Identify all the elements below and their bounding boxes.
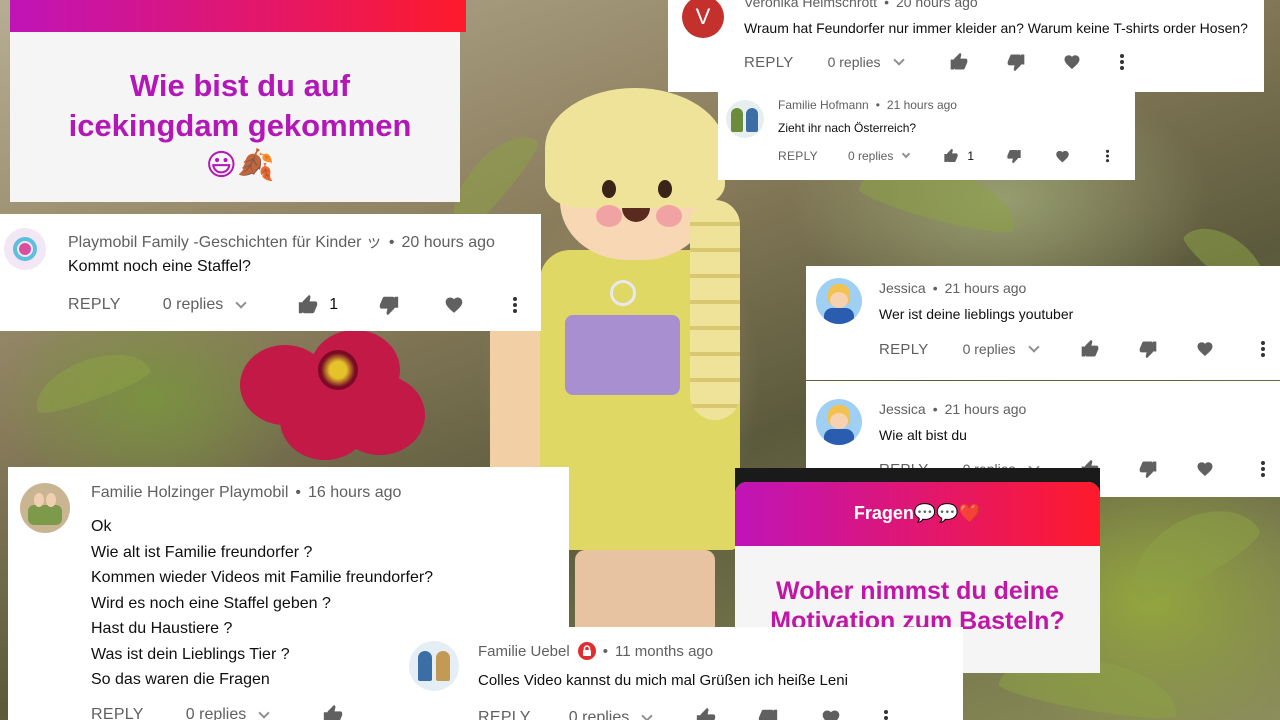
chevron-down-icon [235, 297, 247, 309]
like-icon[interactable]: 1 [943, 148, 974, 164]
more-options-icon[interactable] [1260, 460, 1266, 478]
reply-button[interactable]: REPLY [478, 709, 531, 720]
dislike-icon[interactable] [1138, 339, 1158, 359]
comment-author[interactable]: Jessica [879, 280, 926, 296]
dislike-icon[interactable] [1006, 148, 1022, 164]
comment-time[interactable]: 11 months ago [615, 643, 713, 660]
lock-icon [577, 642, 596, 660]
dislike-icon[interactable] [378, 294, 400, 316]
comment-time[interactable]: 16 hours ago [308, 484, 401, 501]
comment-time[interactable]: 20 hours ago [402, 234, 495, 251]
question-line-1: Woher nimmst du deine [776, 577, 1059, 605]
avatar[interactable] [409, 641, 459, 691]
comment-line: Hast du Haustiere ? [91, 620, 233, 637]
replies-toggle[interactable]: 0 replies [163, 296, 247, 314]
replies-toggle[interactable]: 0 replies [828, 54, 905, 70]
comment-text: Kommt noch eine Staffel? [68, 258, 251, 275]
comment-author[interactable]: Veronika Heimschrott [744, 0, 877, 10]
question-card-header: Fragen💬💬❤️ [735, 482, 1100, 546]
comment-time[interactable]: 21 hours ago [887, 98, 957, 112]
heart-icon[interactable] [1196, 460, 1214, 478]
comment-text: Colles Video kannst du mich mal Grüßen i… [478, 672, 848, 689]
comment-jessica-1: Jessica • 21 hours ago Wer ist deine liebl… [806, 266, 1280, 380]
reply-button[interactable]: REPLY [879, 341, 929, 358]
avatar[interactable] [816, 278, 862, 324]
chevron-down-icon [258, 707, 270, 719]
more-options-icon[interactable] [1260, 340, 1266, 358]
more-options-icon[interactable] [883, 708, 889, 720]
comment-author[interactable]: Familie Hofmann [778, 98, 869, 112]
heart-icon[interactable] [1063, 53, 1081, 71]
chevron-down-icon [1027, 341, 1040, 353]
comment-line: Wird es noch eine Staffel geben ? [91, 594, 331, 612]
like-count: 1 [329, 296, 339, 313]
heart-icon[interactable] [1055, 149, 1070, 164]
like-count: 1 [967, 149, 975, 163]
avatar[interactable] [726, 100, 764, 138]
chevron-down-icon [902, 149, 911, 159]
more-options-icon[interactable] [1105, 149, 1110, 163]
like-icon[interactable] [322, 704, 344, 720]
comment-line: Ok [91, 518, 112, 535]
comment-line: Wie alt ist Familie freundorfer ? [91, 543, 313, 561]
replies-toggle[interactable]: 0 replies [569, 709, 653, 720]
comment-veronika: V Veronika Heimschrott • 20 hours ago Wrau… [668, 0, 1264, 92]
avatar[interactable] [816, 399, 862, 445]
comment-line: Kommen wieder Videos mit Familie freundo… [91, 569, 434, 586]
more-options-icon[interactable] [1119, 53, 1125, 71]
comment-playmobil-family: Playmobil Family -Geschichten für Kinder… [0, 214, 541, 331]
reply-button[interactable]: REPLY [91, 706, 144, 720]
avatar[interactable] [4, 228, 46, 270]
reply-button[interactable]: REPLY [744, 54, 794, 71]
reply-button[interactable]: REPLY [68, 296, 121, 314]
heart-icon[interactable] [1196, 340, 1214, 358]
heart-icon[interactable] [821, 708, 841, 720]
replies-toggle[interactable]: 0 replies [848, 149, 911, 163]
comment-hofmann: Familie Hofmann • 21 hours ago Zieht ihr n… [718, 92, 1135, 180]
like-icon[interactable] [1080, 339, 1100, 359]
question-line-2: icekingdam gekommen [68, 108, 412, 143]
comment-line: Was ist dein Lieblings Tier ? [91, 645, 290, 663]
like-icon[interactable] [949, 52, 969, 72]
like-icon[interactable] [695, 707, 717, 720]
replies-toggle[interactable]: 0 replies [963, 341, 1040, 357]
question-line-1: Wie bist du auf [129, 68, 351, 103]
avatar[interactable]: V [682, 0, 724, 38]
chevron-down-icon [641, 710, 653, 720]
comment-time[interactable]: 21 hours ago [945, 401, 1027, 417]
red-flower [240, 330, 425, 460]
question-card-icekingdam: Wie bist du auf icekingdam gekommen 😃🍂 [10, 0, 466, 202]
comment-time[interactable]: 20 hours ago [896, 0, 978, 10]
like-icon[interactable]: 1 [297, 294, 338, 316]
comment-text: Ok Wie alt ist Familie freundorfer ? Kom… [91, 514, 433, 693]
dislike-icon[interactable] [1006, 52, 1026, 72]
comment-line: So das waren die Fragen [91, 671, 270, 688]
comment-uebel: Familie Uebel • 11 months ago Colles Vide… [395, 627, 963, 720]
comment-author[interactable]: Jessica [879, 401, 926, 417]
heart-icon[interactable] [444, 295, 464, 315]
comment-author[interactable]: Familie Uebel [478, 643, 570, 660]
more-options-icon[interactable] [512, 295, 518, 315]
dislike-icon[interactable] [1138, 459, 1158, 479]
comment-text: Wraum hat Feundorfer nur immer kleider a… [744, 20, 1248, 36]
comment-text: Zieht ihr nach Österreich? [778, 121, 917, 135]
chevron-down-icon [892, 54, 905, 66]
comment-author[interactable]: Familie Holzinger Playmobil [91, 484, 288, 501]
question-card-title: Fragen💬💬❤️ [853, 503, 982, 523]
replies-toggle[interactable]: 0 replies [186, 706, 270, 720]
comment-author[interactable]: Playmobil Family -Geschichten für Kinder… [68, 234, 382, 251]
dislike-icon[interactable] [757, 707, 779, 720]
reply-button[interactable]: REPLY [778, 149, 818, 163]
comment-time[interactable]: 21 hours ago [945, 280, 1027, 296]
question-emoji: 😃🍂 [205, 149, 275, 182]
comment-text: Wer ist deine lieblings youtuber [879, 306, 1074, 322]
comment-text: Wie alt bist du [879, 427, 967, 443]
avatar[interactable] [20, 483, 70, 533]
